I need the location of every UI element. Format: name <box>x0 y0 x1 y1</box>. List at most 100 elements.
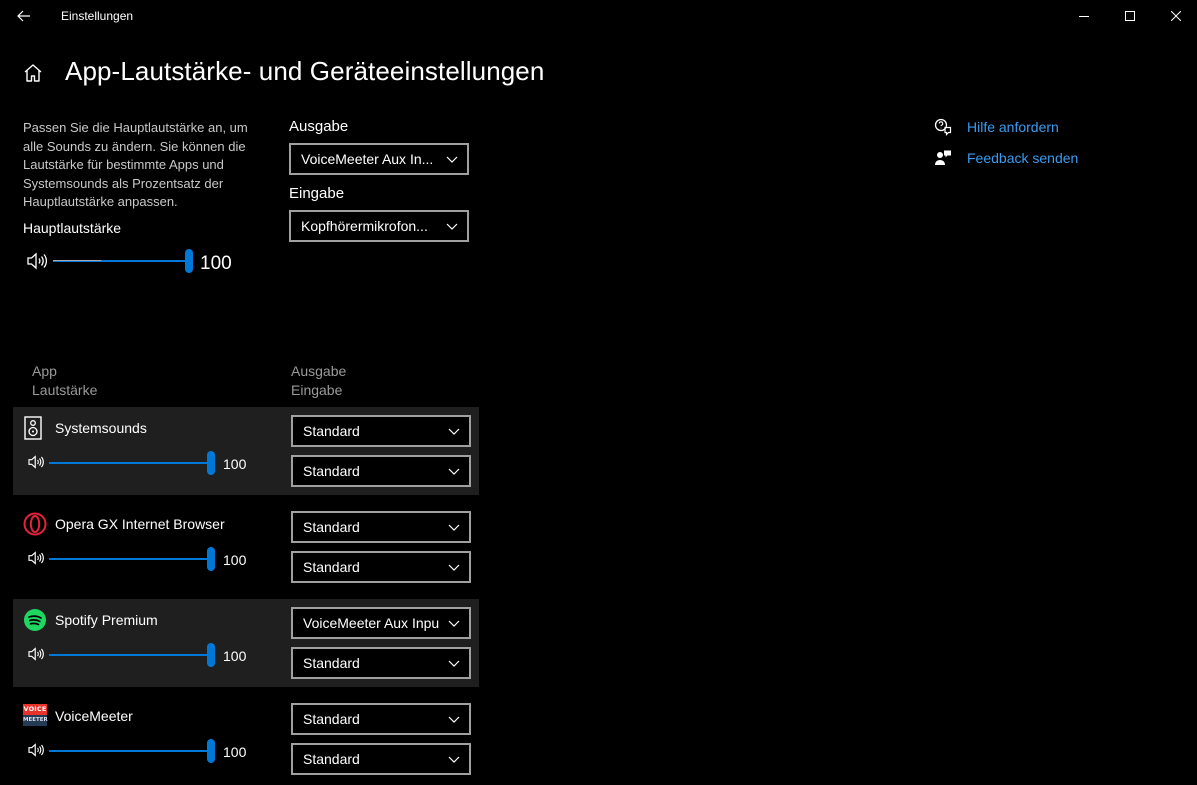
speaker-volume-icon <box>28 551 44 565</box>
app-input-value: Standard <box>303 463 360 479</box>
column-header-devices: Ausgabe Eingabe <box>291 362 346 400</box>
app-output-value: VoiceMeeter Aux Inpu <box>303 615 439 631</box>
master-volume-label: Hauptlautstärke <box>23 220 122 236</box>
app-volume-slider[interactable] <box>49 450 217 476</box>
app-volume-slider[interactable] <box>49 546 217 572</box>
input-device-dropdown[interactable]: Kopfhörermikrofon... <box>289 210 469 242</box>
app-input-value: Standard <box>303 751 360 767</box>
app-volume-value: 100 <box>223 648 247 664</box>
app-row-3: Spotify Premium 100 VoiceMeeter Aux Inpu… <box>13 599 479 687</box>
opera-gx-icon <box>23 512 47 536</box>
column-header-output-label: Ausgabe <box>291 363 347 379</box>
speaker-volume-icon <box>28 647 44 661</box>
app-input-value: Standard <box>303 559 360 575</box>
app-volume-icon-button[interactable] <box>27 455 45 474</box>
back-button[interactable] <box>8 4 40 28</box>
column-header-app: App Lautstärke <box>32 362 97 400</box>
app-volume-value: 100 <box>223 744 247 760</box>
chevron-down-icon <box>439 649 469 677</box>
voicemeeter-logo-bottom: MEETER <box>23 715 48 726</box>
app-input-dropdown[interactable]: Standard <box>291 743 471 775</box>
app-volume-thumb[interactable] <box>207 547 215 571</box>
app-name: Spotify Premium <box>55 612 158 628</box>
master-volume-slider[interactable] <box>53 247 193 275</box>
chevron-down-icon <box>437 145 467 173</box>
chevron-down-icon <box>439 705 469 733</box>
back-arrow-icon <box>17 10 30 22</box>
home-button[interactable] <box>22 62 44 84</box>
master-volume-thumb[interactable] <box>185 249 193 273</box>
app-volume-icon-button[interactable] <box>27 551 45 570</box>
column-header-input-label: Eingabe <box>291 382 343 398</box>
app-volume-icon-button[interactable] <box>27 647 45 666</box>
app-output-dropdown[interactable]: Standard <box>291 415 471 447</box>
feedback-link-label: Feedback senden <box>967 150 1079 166</box>
help-link[interactable]: Hilfe anfordern <box>934 117 1114 137</box>
chevron-down-icon <box>439 513 469 541</box>
app-output-value: Standard <box>303 711 360 727</box>
app-output-dropdown[interactable]: VoiceMeeter Aux Inpu <box>291 607 471 639</box>
voicemeeter-logo-top: VOICE <box>23 704 47 715</box>
master-volume-value: 100 <box>200 253 232 274</box>
app-name: Opera GX Internet Browser <box>55 516 225 532</box>
app-volume-track <box>49 750 211 752</box>
speaker-volume-icon <box>27 252 48 270</box>
app-volume-slider[interactable] <box>49 642 217 668</box>
speaker-volume-icon <box>28 743 44 757</box>
home-icon <box>24 64 42 82</box>
app-volume-track <box>49 462 211 464</box>
chevron-down-icon <box>439 457 469 485</box>
app-volume-thumb[interactable] <box>207 739 215 763</box>
speaker-volume-icon <box>28 455 44 469</box>
app-output-dropdown[interactable]: Standard <box>291 511 471 543</box>
minimize-icon <box>1079 16 1089 17</box>
chevron-down-icon <box>439 417 469 445</box>
app-input-value: Standard <box>303 655 360 671</box>
output-label: Ausgabe <box>289 118 349 135</box>
chevron-down-icon <box>437 212 467 240</box>
app-volume-value: 100 <box>223 552 247 568</box>
close-icon <box>1171 11 1181 21</box>
app-input-dropdown[interactable]: Standard <box>291 455 471 487</box>
app-row-2: Opera GX Internet Browser 100 Standard S… <box>13 503 479 591</box>
close-button[interactable] <box>1153 0 1197 32</box>
app-row-1: Systemsounds 100 Standard Standard <box>13 407 479 495</box>
output-device-dropdown[interactable]: VoiceMeeter Aux In... <box>289 143 469 175</box>
master-volume-peak <box>53 260 101 261</box>
page-description: Passen Sie die Hauptlautstärke an, um al… <box>23 120 248 209</box>
app-output-value: Standard <box>303 519 360 535</box>
app-volume-thumb[interactable] <box>207 643 215 667</box>
chevron-down-icon <box>439 609 469 637</box>
minimize-button[interactable] <box>1061 0 1107 32</box>
chevron-down-icon <box>439 745 469 773</box>
app-name: VoiceMeeter <box>55 708 133 724</box>
master-volume-icon-button[interactable] <box>26 252 48 275</box>
feedback-icon <box>935 150 951 165</box>
spotify-icon <box>23 608 46 632</box>
maximize-button[interactable] <box>1107 0 1153 32</box>
app-volume-thumb[interactable] <box>207 451 215 475</box>
app-volume-value: 100 <box>223 456 247 472</box>
window-title: Einstellungen <box>61 9 134 23</box>
app-volume-slider[interactable] <box>49 738 217 764</box>
app-output-value: Standard <box>303 423 360 439</box>
help-link-label: Hilfe anfordern <box>967 119 1059 135</box>
app-volume-track <box>49 558 211 560</box>
input-label: Eingabe <box>289 185 345 202</box>
column-header-volume-label: Lautstärke <box>32 382 98 398</box>
app-input-dropdown[interactable]: Standard <box>291 551 471 583</box>
title-bar: Einstellungen <box>0 0 1197 32</box>
column-header-app-label: App <box>32 363 57 379</box>
app-volume-icon-button[interactable] <box>27 743 45 762</box>
output-device-value: VoiceMeeter Aux In... <box>301 151 434 167</box>
app-input-dropdown[interactable]: Standard <box>291 647 471 679</box>
voicemeeter-icon: VOICE MEETER <box>23 704 48 728</box>
app-volume-track <box>49 654 211 656</box>
chevron-down-icon <box>439 553 469 581</box>
maximize-icon <box>1125 11 1135 21</box>
feedback-link[interactable]: Feedback senden <box>934 148 1114 168</box>
app-row-4: VOICE MEETER VoiceMeeter 100 Standard Sta… <box>13 695 479 783</box>
app-output-dropdown[interactable]: Standard <box>291 703 471 735</box>
app-name: Systemsounds <box>55 420 147 436</box>
speaker-icon <box>23 416 45 440</box>
